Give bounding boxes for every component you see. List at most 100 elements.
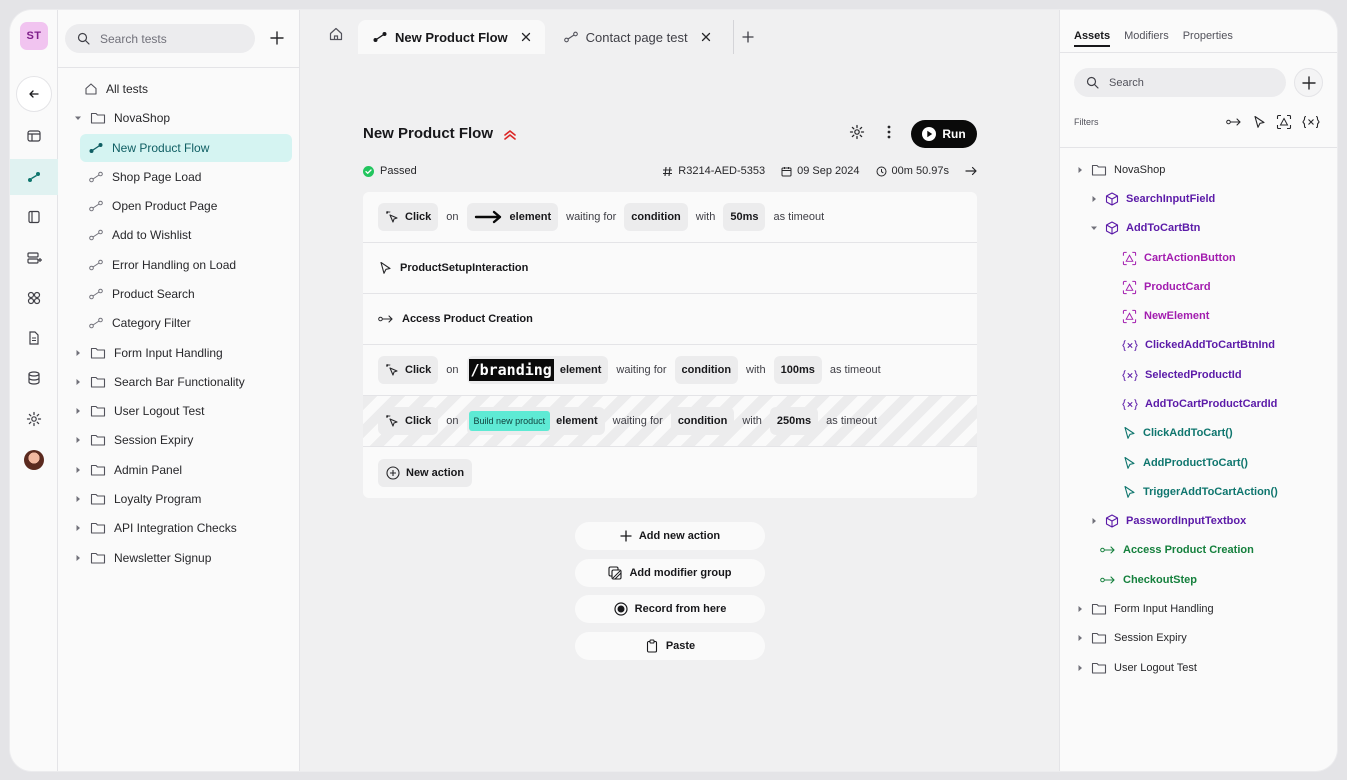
tree-folder[interactable]: User Logout Test xyxy=(74,397,205,425)
tree-search-input[interactable] xyxy=(100,31,240,46)
condition-chip[interactable]: condition xyxy=(624,203,688,231)
tree-folder[interactable]: Admin Panel xyxy=(74,456,182,484)
caret-right-icon[interactable] xyxy=(74,496,82,502)
new-tab-button[interactable] xyxy=(732,20,763,54)
tree-test-item[interactable]: New Product Flow xyxy=(80,134,292,162)
back-button[interactable] xyxy=(16,76,52,112)
tab-home[interactable] xyxy=(318,14,354,54)
caret-right-icon[interactable] xyxy=(74,467,82,473)
asset-interaction[interactable]: AddProductToCart() xyxy=(1122,450,1248,476)
tree-test-item[interactable]: Open Product Page xyxy=(88,192,217,220)
rail-forms[interactable] xyxy=(10,240,58,276)
filter-element-icon[interactable] xyxy=(1276,114,1292,130)
add-test-button[interactable] xyxy=(266,27,288,49)
flow-settings-button[interactable] xyxy=(847,122,867,142)
asset-flow[interactable]: CheckoutStep xyxy=(1100,567,1197,593)
close-tab-icon[interactable] xyxy=(521,32,531,42)
tree-all-tests[interactable]: All tests xyxy=(84,75,148,103)
new-action-button[interactable]: New action xyxy=(378,458,473,487)
asset-flow[interactable]: Access Product Creation xyxy=(1100,537,1254,563)
caret-right-icon[interactable] xyxy=(1090,196,1098,202)
step-click-disabled[interactable]: Click on Build new product element waiti… xyxy=(363,396,977,447)
user-avatar[interactable] xyxy=(24,450,44,470)
asset-element[interactable]: NewElement xyxy=(1122,303,1209,329)
assets-search-input[interactable] xyxy=(1109,76,1269,89)
asset-folder[interactable]: Session Expiry xyxy=(1076,625,1187,651)
asset-component[interactable]: AddToCartBtn xyxy=(1090,215,1200,241)
open-run-button[interactable] xyxy=(965,166,977,176)
caret-right-icon[interactable] xyxy=(1076,665,1084,671)
tree-folder-root[interactable]: NovaShop xyxy=(74,104,170,132)
filter-flow-icon[interactable] xyxy=(1226,117,1242,127)
caret-right-icon[interactable] xyxy=(74,379,82,385)
tree-folder[interactable]: Session Expiry xyxy=(74,426,193,454)
asset-component[interactable]: SearchInputField xyxy=(1090,186,1215,212)
tree-test-item[interactable]: Category Filter xyxy=(88,309,191,337)
step-interaction[interactable]: ProductSetupInteraction xyxy=(363,243,977,294)
caret-right-icon[interactable] xyxy=(74,555,82,561)
asset-interaction[interactable]: TriggerAddToCartAction() xyxy=(1122,479,1278,505)
tree-test-item[interactable]: Shop Page Load xyxy=(88,163,201,191)
caret-down-icon[interactable] xyxy=(74,115,82,121)
asset-variable[interactable]: ClickedAddToCartBtnInd xyxy=(1122,332,1275,358)
caret-right-icon[interactable] xyxy=(74,350,82,356)
more-options-button[interactable] xyxy=(879,122,899,142)
caret-right-icon[interactable] xyxy=(74,437,82,443)
rail-tests[interactable] xyxy=(10,159,58,195)
condition-chip[interactable]: condition xyxy=(670,407,735,435)
tab-assets[interactable]: Assets xyxy=(1074,30,1111,47)
element-chip[interactable]: /branding element xyxy=(466,356,609,384)
tree-folder[interactable]: Search Bar Functionality xyxy=(74,368,245,396)
close-tab-icon[interactable] xyxy=(701,32,711,42)
caret-down-icon[interactable] xyxy=(1090,225,1098,231)
tree-folder[interactable]: Newsletter Signup xyxy=(74,544,211,572)
workspace-avatar[interactable]: ST xyxy=(20,22,48,50)
element-chip[interactable]: element xyxy=(466,203,559,231)
caret-right-icon[interactable] xyxy=(1076,606,1084,612)
tab-new-product-flow[interactable]: New Product Flow xyxy=(358,20,545,54)
asset-element[interactable]: ProductCard xyxy=(1122,274,1211,300)
timeout-chip[interactable]: 50ms xyxy=(723,203,766,231)
caret-right-icon[interactable] xyxy=(1076,167,1084,173)
add-new-action-button[interactable]: Add new action xyxy=(575,522,765,550)
rail-dashboard[interactable] xyxy=(10,118,58,154)
tab-modifiers[interactable]: Modifiers xyxy=(1124,30,1169,47)
tree-folder[interactable]: Loyalty Program xyxy=(74,485,201,513)
add-asset-button[interactable] xyxy=(1294,68,1323,97)
asset-folder[interactable]: User Logout Test xyxy=(1076,655,1197,681)
add-modifier-group-button[interactable]: Add modifier group xyxy=(575,558,765,587)
rail-suites[interactable] xyxy=(10,199,58,235)
rail-settings[interactable] xyxy=(10,401,58,437)
asset-element[interactable]: CartActionButton xyxy=(1122,245,1236,271)
tab-properties[interactable]: Properties xyxy=(1183,30,1233,47)
rail-database[interactable] xyxy=(10,360,58,396)
run-button[interactable]: Run xyxy=(911,120,977,148)
tree-folder[interactable]: API Integration Checks xyxy=(74,514,237,542)
step-flow-reference[interactable]: Access Product Creation xyxy=(363,294,977,345)
asset-folder[interactable]: NovaShop xyxy=(1076,157,1165,183)
asset-component[interactable]: PasswordInputTextbox xyxy=(1090,508,1246,534)
asset-variable[interactable]: SelectedProductId xyxy=(1122,362,1242,388)
element-chip[interactable]: Build new product element xyxy=(466,407,605,435)
tree-test-item[interactable]: Product Search xyxy=(88,280,195,308)
tree-test-item[interactable]: Add to Wishlist xyxy=(88,221,191,249)
tree-test-item[interactable]: Error Handling on Load xyxy=(88,251,236,279)
tab-contact-page-test[interactable]: Contact page test xyxy=(549,20,725,54)
action-chip[interactable]: Click xyxy=(378,356,439,384)
asset-interaction[interactable]: ClickAddToCart() xyxy=(1122,420,1233,446)
condition-chip[interactable]: condition xyxy=(674,356,739,384)
filter-pointer-icon[interactable] xyxy=(1252,115,1266,129)
asset-variable[interactable]: AddToCartProductCardId xyxy=(1122,391,1277,417)
tree-folder[interactable]: Form Input Handling xyxy=(74,339,223,367)
step-click[interactable]: Click on /branding element waiting for c… xyxy=(363,345,977,396)
caret-right-icon[interactable] xyxy=(1090,518,1098,524)
filter-variable-icon[interactable] xyxy=(1302,115,1320,129)
action-chip[interactable]: Click xyxy=(378,203,439,231)
timeout-chip[interactable]: 250ms xyxy=(769,407,819,435)
action-chip[interactable]: Click xyxy=(378,407,439,435)
rail-docs[interactable] xyxy=(10,320,58,356)
asset-folder[interactable]: Form Input Handling xyxy=(1076,596,1214,622)
timeout-chip[interactable]: 100ms xyxy=(773,356,822,384)
caret-right-icon[interactable] xyxy=(74,525,82,531)
rail-components[interactable] xyxy=(10,280,58,316)
